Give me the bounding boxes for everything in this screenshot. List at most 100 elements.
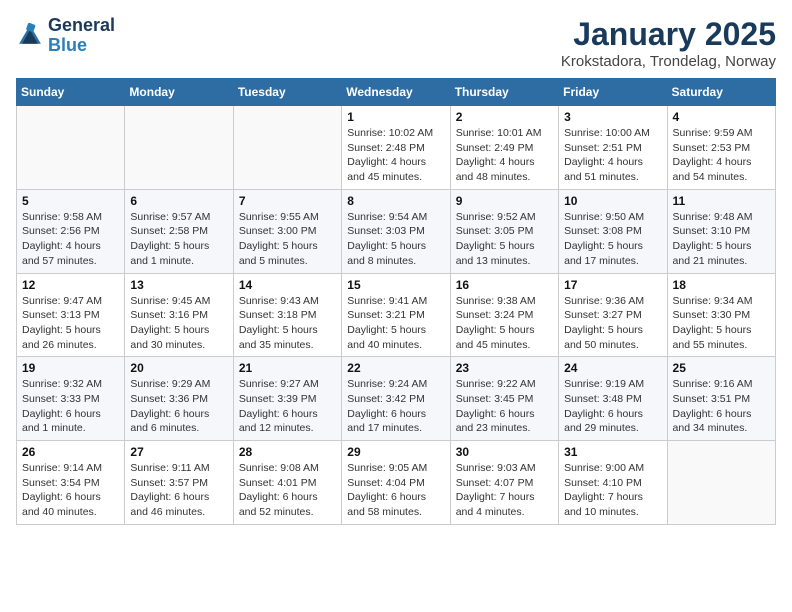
day-info: Sunrise: 9:14 AM Sunset: 3:54 PM Dayligh… (22, 461, 119, 520)
calendar-cell: 9 Sunrise: 9:52 AM Sunset: 3:05 PM Daylig… (450, 189, 558, 273)
day-number: 12 (22, 278, 119, 292)
weekday-header: Sunday (17, 79, 125, 106)
day-number: 18 (673, 278, 770, 292)
logo-icon (16, 22, 44, 50)
calendar-cell: 14 Sunrise: 9:43 AM Sunset: 3:18 PM Dayli… (233, 273, 341, 357)
calendar-week-row: 26Sunrise: 9:14 AM Sunset: 3:54 PM Dayli… (17, 441, 776, 525)
calendar-header: SundayMondayTuesdayWednesdayThursdayFrid… (17, 79, 776, 106)
day-info: Sunrise: 9:34 AM Sunset: 3:30 PM Dayligh… (673, 294, 770, 353)
day-number: 27 (130, 445, 227, 459)
calendar-week-row: 5 Sunrise: 9:58 AM Sunset: 2:56 PM Daylig… (17, 189, 776, 273)
day-info: Sunrise: 9:45 AM Sunset: 3:16 PM Dayligh… (130, 294, 227, 353)
calendar-cell: 12 Sunrise: 9:47 AM Sunset: 3:13 PM Dayli… (17, 273, 125, 357)
logo-text: General Blue (48, 16, 115, 56)
weekday-header: Wednesday (342, 79, 450, 106)
weekday-header: Thursday (450, 79, 558, 106)
calendar-cell: 30Sunrise: 9:03 AM Sunset: 4:07 PM Dayli… (450, 441, 558, 525)
calendar-cell: 24 Sunrise: 9:19 AM Sunset: 3:48 PM Dayli… (559, 357, 667, 441)
weekday-header: Friday (559, 79, 667, 106)
day-number: 13 (130, 278, 227, 292)
day-info: Sunrise: 9:16 AM Sunset: 3:51 PM Dayligh… (673, 377, 770, 436)
day-info: Sunrise: 9:52 AM Sunset: 3:05 PM Dayligh… (456, 210, 553, 269)
calendar-cell: 29 Sunrise: 9:05 AM Sunset: 4:04 PM Dayli… (342, 441, 450, 525)
day-number: 25 (673, 361, 770, 375)
day-number: 30 (456, 445, 553, 459)
day-number: 17 (564, 278, 661, 292)
day-info: Sunrise: 9:47 AM Sunset: 3:13 PM Dayligh… (22, 294, 119, 353)
day-number: 14 (239, 278, 336, 292)
day-number: 24 (564, 361, 661, 375)
day-info: Sunrise: 9:41 AM Sunset: 3:21 PM Dayligh… (347, 294, 444, 353)
calendar-cell: 1Sunrise: 10:02 AM Sunset: 2:48 PM Dayli… (342, 106, 450, 190)
weekday-header: Saturday (667, 79, 775, 106)
day-info: Sunrise: 9:50 AM Sunset: 3:08 PM Dayligh… (564, 210, 661, 269)
weekday-row: SundayMondayTuesdayWednesdayThursdayFrid… (17, 79, 776, 106)
calendar-cell: 6 Sunrise: 9:57 AM Sunset: 2:58 PM Daylig… (125, 189, 233, 273)
calendar-week-row: 1Sunrise: 10:02 AM Sunset: 2:48 PM Dayli… (17, 106, 776, 190)
day-info: Sunrise: 9:57 AM Sunset: 2:58 PM Dayligh… (130, 210, 227, 269)
calendar-cell: 2 Sunrise: 10:01 AM Sunset: 2:49 PM Dayli… (450, 106, 558, 190)
calendar-cell: 26Sunrise: 9:14 AM Sunset: 3:54 PM Dayli… (17, 441, 125, 525)
day-number: 20 (130, 361, 227, 375)
calendar-cell: 13 Sunrise: 9:45 AM Sunset: 3:16 PM Dayli… (125, 273, 233, 357)
day-number: 11 (673, 194, 770, 208)
day-number: 6 (130, 194, 227, 208)
calendar-cell: 22 Sunrise: 9:24 AM Sunset: 3:42 PM Dayli… (342, 357, 450, 441)
day-number: 23 (456, 361, 553, 375)
calendar-cell: 3 Sunrise: 10:00 AM Sunset: 2:51 PM Dayli… (559, 106, 667, 190)
day-info: Sunrise: 9:55 AM Sunset: 3:00 PM Dayligh… (239, 210, 336, 269)
day-info: Sunrise: 10:00 AM Sunset: 2:51 PM Daylig… (564, 126, 661, 185)
day-info: Sunrise: 9:05 AM Sunset: 4:04 PM Dayligh… (347, 461, 444, 520)
calendar-cell: 17 Sunrise: 9:36 AM Sunset: 3:27 PM Dayli… (559, 273, 667, 357)
calendar-cell: 21Sunrise: 9:27 AM Sunset: 3:39 PM Dayli… (233, 357, 341, 441)
calendar-cell (125, 106, 233, 190)
calendar-body: 1Sunrise: 10:02 AM Sunset: 2:48 PM Dayli… (17, 106, 776, 525)
day-info: Sunrise: 9:36 AM Sunset: 3:27 PM Dayligh… (564, 294, 661, 353)
logo: General Blue (16, 16, 115, 56)
day-info: Sunrise: 9:11 AM Sunset: 3:57 PM Dayligh… (130, 461, 227, 520)
day-info: Sunrise: 9:58 AM Sunset: 2:56 PM Dayligh… (22, 210, 119, 269)
calendar-cell: 23 Sunrise: 9:22 AM Sunset: 3:45 PM Dayli… (450, 357, 558, 441)
day-info: Sunrise: 9:24 AM Sunset: 3:42 PM Dayligh… (347, 377, 444, 436)
calendar-table: SundayMondayTuesdayWednesdayThursdayFrid… (16, 78, 776, 525)
day-info: Sunrise: 9:22 AM Sunset: 3:45 PM Dayligh… (456, 377, 553, 436)
calendar-cell (667, 441, 775, 525)
day-info: Sunrise: 9:08 AM Sunset: 4:01 PM Dayligh… (239, 461, 336, 520)
day-info: Sunrise: 10:01 AM Sunset: 2:49 PM Daylig… (456, 126, 553, 185)
calendar-cell: 27 Sunrise: 9:11 AM Sunset: 3:57 PM Dayli… (125, 441, 233, 525)
day-number: 5 (22, 194, 119, 208)
page-header: General Blue January 2025 Krokstadora, T… (16, 16, 776, 70)
day-number: 28 (239, 445, 336, 459)
calendar-cell: 18 Sunrise: 9:34 AM Sunset: 3:30 PM Dayli… (667, 273, 775, 357)
day-info: Sunrise: 9:38 AM Sunset: 3:24 PM Dayligh… (456, 294, 553, 353)
day-number: 19 (22, 361, 119, 375)
calendar-title: January 2025 (561, 16, 776, 53)
day-info: Sunrise: 9:19 AM Sunset: 3:48 PM Dayligh… (564, 377, 661, 436)
day-info: Sunrise: 9:27 AM Sunset: 3:39 PM Dayligh… (239, 377, 336, 436)
calendar-cell (233, 106, 341, 190)
calendar-cell: 10Sunrise: 9:50 AM Sunset: 3:08 PM Dayli… (559, 189, 667, 273)
day-info: Sunrise: 9:32 AM Sunset: 3:33 PM Dayligh… (22, 377, 119, 436)
day-number: 2 (456, 110, 553, 124)
calendar-cell: 25 Sunrise: 9:16 AM Sunset: 3:51 PM Dayli… (667, 357, 775, 441)
title-block: January 2025 Krokstadora, Trondelag, Nor… (561, 16, 776, 70)
day-number: 16 (456, 278, 553, 292)
day-number: 22 (347, 361, 444, 375)
day-number: 31 (564, 445, 661, 459)
weekday-header: Tuesday (233, 79, 341, 106)
calendar-week-row: 12 Sunrise: 9:47 AM Sunset: 3:13 PM Dayli… (17, 273, 776, 357)
day-number: 29 (347, 445, 444, 459)
calendar-cell: 5 Sunrise: 9:58 AM Sunset: 2:56 PM Daylig… (17, 189, 125, 273)
calendar-cell: 15 Sunrise: 9:41 AM Sunset: 3:21 PM Dayli… (342, 273, 450, 357)
day-number: 15 (347, 278, 444, 292)
day-number: 9 (456, 194, 553, 208)
weekday-header: Monday (125, 79, 233, 106)
day-info: Sunrise: 9:54 AM Sunset: 3:03 PM Dayligh… (347, 210, 444, 269)
day-number: 8 (347, 194, 444, 208)
calendar-cell: 16 Sunrise: 9:38 AM Sunset: 3:24 PM Dayli… (450, 273, 558, 357)
day-number: 3 (564, 110, 661, 124)
day-info: Sunrise: 9:48 AM Sunset: 3:10 PM Dayligh… (673, 210, 770, 269)
calendar-cell: 11 Sunrise: 9:48 AM Sunset: 3:10 PM Dayli… (667, 189, 775, 273)
calendar-subtitle: Krokstadora, Trondelag, Norway (561, 53, 776, 70)
day-info: Sunrise: 9:43 AM Sunset: 3:18 PM Dayligh… (239, 294, 336, 353)
